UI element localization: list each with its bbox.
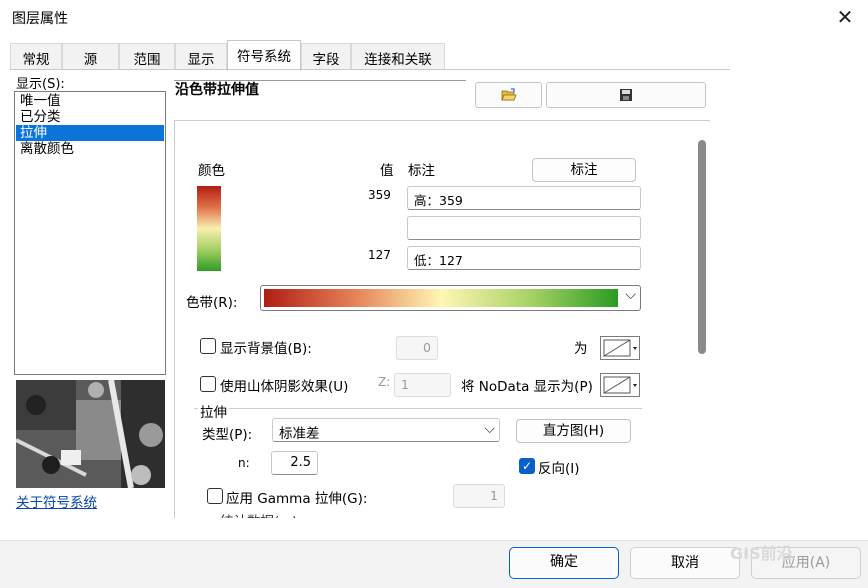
window-title: 图层属性 (12, 11, 68, 27)
no-color-icon (603, 376, 637, 394)
save-icon (620, 89, 632, 101)
hillshade-checkbox[interactable] (200, 376, 216, 392)
tab-symbology[interactable]: 符号系统 (227, 40, 301, 71)
tab-divider (10, 69, 730, 70)
invert-checkbox[interactable]: ✓ (519, 458, 535, 474)
close-icon[interactable]: ✕ (832, 4, 858, 30)
label-column-header: 标注 (408, 163, 435, 179)
show-label: 显示(S): (16, 77, 65, 92)
statistics-label: 统计数据(...) (220, 510, 297, 518)
low-value: 127 (368, 248, 391, 262)
tab-display[interactable]: 显示 (175, 43, 227, 70)
high-value: 359 (368, 188, 391, 202)
nodata-label: 将 NoData 显示为(P) (461, 379, 593, 395)
list-item-discrete-color[interactable]: 离散颜色 (16, 141, 164, 157)
color-ramp-swatch (264, 289, 618, 307)
tab-fields[interactable]: 字段 (301, 43, 351, 70)
color-ramp-dropdown[interactable]: ⌵ (260, 285, 641, 311)
title-bar (0, 0, 868, 34)
tab-strip: 常规 源 范围 显示 符号系统 字段 连接和关联 (10, 40, 858, 71)
color-ramp-label: 色带(R): (186, 295, 238, 311)
tab-joins-relates[interactable]: 连接和关联 (351, 43, 445, 70)
tab-source[interactable]: 源 (62, 43, 119, 70)
folder-open-icon (501, 88, 517, 101)
high-label-field[interactable]: 高：359 (407, 186, 641, 210)
color-column-header: 颜色 (198, 163, 225, 179)
stretch-type-value: 标准差 (279, 426, 320, 442)
about-symbology-link[interactable]: 关于符号系统 (16, 491, 97, 511)
save-layer-button[interactable] (546, 82, 706, 108)
low-label-field[interactable]: 低：127 (407, 246, 641, 270)
list-item-classified[interactable]: 已分类 (16, 109, 164, 125)
gamma-value-field[interactable]: 1 (453, 484, 505, 508)
chevron-down-icon: ⌵ (625, 287, 636, 303)
gamma-checkbox[interactable] (207, 488, 223, 504)
color-ramp-preview (197, 186, 221, 271)
watermark: GIS前沿 (730, 544, 793, 563)
background-value-checkbox[interactable] (200, 338, 216, 354)
background-value-label: 显示背景值(B): (220, 341, 312, 357)
tab-general[interactable]: 常规 (10, 43, 62, 70)
renderer-list[interactable]: 唯一值 已分类 拉伸 离散颜色 (14, 91, 166, 375)
list-item-stretched[interactable]: 拉伸 (16, 125, 164, 141)
hillshade-label: 使用山体阴影效果(U) (220, 379, 349, 395)
open-layer-button[interactable] (475, 82, 542, 108)
label-button[interactable]: 标注 (532, 158, 636, 182)
chevron-down-icon: ⌵ (484, 421, 495, 437)
n-value-field[interactable]: 2.5 (271, 451, 318, 475)
raster-preview-image (16, 380, 165, 488)
stretch-group-border (194, 408, 642, 409)
nodata-color-picker[interactable] (600, 373, 640, 397)
as-label: 为 (574, 341, 588, 357)
z-label: Z: (378, 375, 391, 389)
renderer-title: 沿色带拉伸值 (175, 82, 259, 98)
n-label: n: (238, 456, 250, 470)
stretch-group-label: 拉伸 (198, 401, 229, 421)
histogram-button[interactable]: 直方图(H) (516, 419, 631, 443)
list-item-unique-values[interactable]: 唯一值 (16, 93, 164, 109)
invert-label: 反向(I) (538, 461, 580, 477)
mid-label-field[interactable] (407, 216, 641, 240)
value-column-header: 值 (380, 163, 394, 179)
vertical-scrollbar[interactable] (698, 140, 706, 354)
cancel-button[interactable]: 取消 (630, 547, 740, 579)
tab-extent[interactable]: 范围 (119, 43, 175, 70)
no-color-icon (603, 339, 637, 357)
stretch-type-label: 类型(P): (202, 427, 253, 443)
background-value-field[interactable]: 0 (396, 336, 438, 360)
gamma-label: 应用 Gamma 拉伸(G): (226, 491, 368, 507)
background-color-picker[interactable] (600, 336, 640, 360)
z-factor-field[interactable]: 1 (394, 373, 451, 397)
stretch-type-select[interactable]: 标准差 ⌵ (272, 418, 500, 442)
ok-button[interactable]: 确定 (509, 547, 619, 579)
